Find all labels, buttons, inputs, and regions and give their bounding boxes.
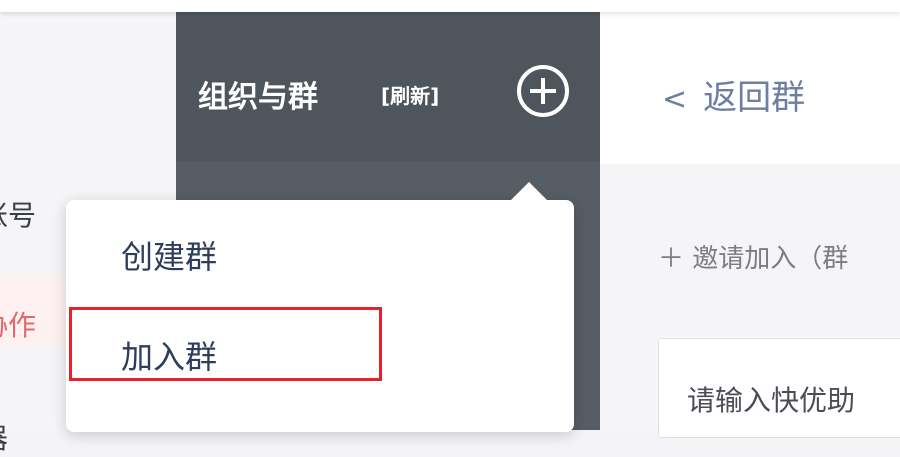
org-panel-header: 组织与群 [刷新] <box>176 12 600 162</box>
join-group-highlight-box <box>69 307 382 381</box>
search-placeholder: 请输入快优助 <box>687 384 856 417</box>
search-input[interactable]: 请输入快优助 <box>658 338 900 438</box>
refresh-link[interactable]: [刷新] <box>381 80 439 109</box>
nav-item-collab[interactable]: 协作 <box>0 304 36 344</box>
group-detail-header: < 返回群 <box>600 12 900 164</box>
invite-join-link[interactable]: ＋ 邀请加入（群 <box>658 238 848 275</box>
back-label: 返回群 <box>703 78 806 118</box>
chevron-left-icon: < <box>662 82 688 117</box>
group-detail-pane: < 返回群 ＋ 邀请加入（群 请输入快优助 <box>600 12 900 438</box>
plus-circle-icon[interactable] <box>514 62 572 120</box>
nav-item-other[interactable]: 器 <box>0 417 8 457</box>
window-top-edge <box>0 0 900 12</box>
menu-item-create-group[interactable]: 创建群 <box>121 232 217 278</box>
add-menu-popup: 创建群 加入群 <box>66 182 574 432</box>
popup-arrow <box>509 182 549 202</box>
menu-item-join-group[interactable]: 加入群 <box>121 332 217 378</box>
back-to-group-link[interactable]: < 返回群 <box>662 70 805 119</box>
nav-item-account[interactable]: 账号 <box>0 194 36 234</box>
org-panel-title: 组织与群 <box>198 80 318 115</box>
